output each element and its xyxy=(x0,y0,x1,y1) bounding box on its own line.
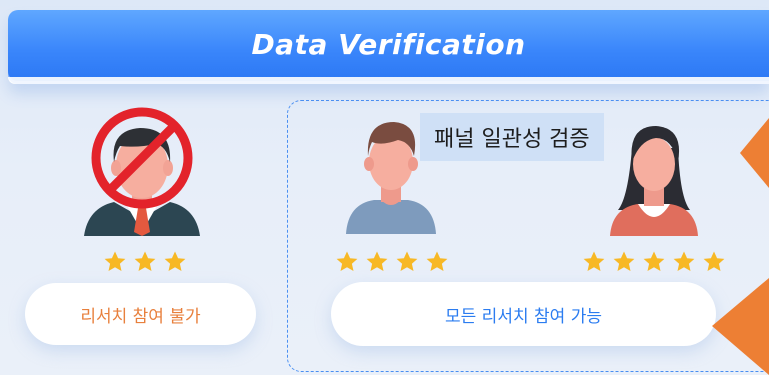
header-base-strip xyxy=(8,77,769,84)
star-icon xyxy=(583,251,605,271)
not-eligible-pill: 리서치 참여 불가 xyxy=(25,283,256,345)
star-icon xyxy=(366,251,388,271)
orange-arrow-upper-icon xyxy=(740,118,769,188)
all-eligible-label: 모든 리서치 참여 가능 xyxy=(445,306,602,327)
panel-consistency-text: 패널 일관성 검증 xyxy=(434,127,590,152)
header-banner: Data Verification xyxy=(8,10,769,84)
star-icon xyxy=(134,251,156,271)
header-inner: Data Verification xyxy=(8,10,769,78)
left-rating-stars xyxy=(103,250,187,274)
orange-arrow-lower-icon xyxy=(712,278,769,375)
all-eligible-pill: 모든 리서치 참여 가능 xyxy=(331,282,716,346)
woman-avatar-icon xyxy=(610,126,698,236)
star-icon xyxy=(164,251,186,271)
star-icon xyxy=(703,251,725,271)
panel-consistency-label: 패널 일관성 검증 xyxy=(420,113,604,161)
page-title: Data Verification xyxy=(251,27,526,61)
star-icon xyxy=(673,251,695,271)
star-icon xyxy=(613,251,635,271)
not-eligible-label: 리서치 참여 불가 xyxy=(80,306,201,327)
man-rating-stars xyxy=(335,250,449,274)
star-icon xyxy=(396,251,418,271)
star-icon xyxy=(104,251,126,271)
woman-rating-stars xyxy=(582,250,726,274)
prohibited-sign-icon xyxy=(91,107,193,209)
star-icon xyxy=(643,251,665,271)
star-icon xyxy=(336,251,358,271)
star-icon xyxy=(426,251,448,271)
